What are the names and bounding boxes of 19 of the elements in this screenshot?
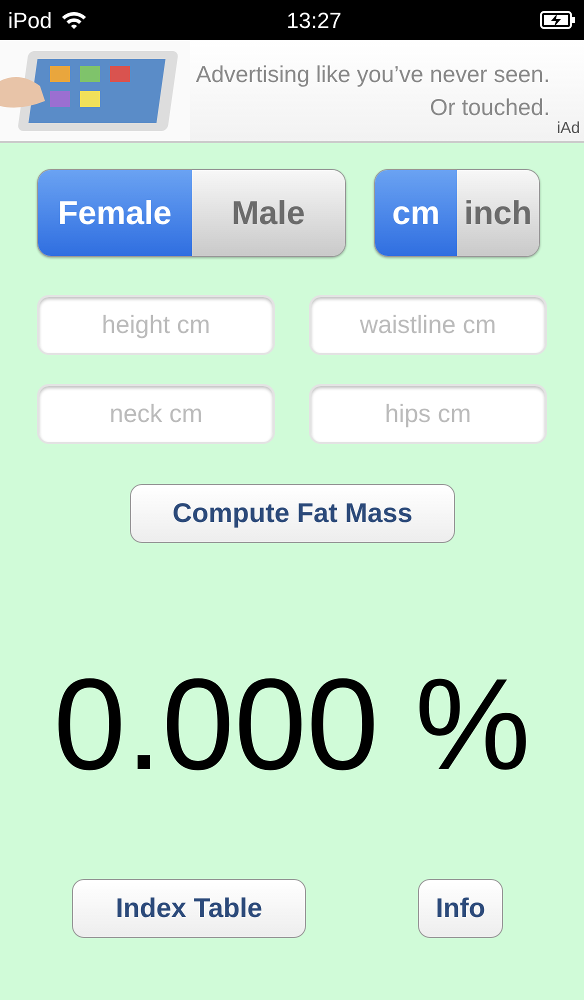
ad-label: iAd	[556, 119, 580, 139]
carrier-name: iPod	[8, 6, 52, 34]
clock-time: 13:27	[286, 6, 342, 34]
ad-text[interactable]: Or touched.	[190, 90, 550, 124]
segment-option[interactable]: inch	[457, 170, 539, 256]
input-field[interactable]: hips cm	[309, 384, 547, 444]
battery-icon	[540, 10, 576, 30]
action-button[interactable]: Info	[418, 879, 503, 938]
segment-option[interactable]: Female	[38, 170, 192, 256]
input-field[interactable]: neck cm	[37, 384, 275, 444]
input-field[interactable]: waistline cm	[309, 295, 547, 355]
segment-option[interactable]: Male	[192, 170, 345, 256]
compute-button[interactable]: Compute Fat Mass	[130, 484, 455, 543]
segment-option[interactable]: cm	[375, 170, 457, 256]
action-button[interactable]: Index Table	[72, 879, 306, 938]
result-value: 0.000 %	[53, 651, 531, 797]
ad-text[interactable]: Advertising like you’ve never seen.	[190, 58, 550, 90]
wifi-icon	[60, 10, 88, 30]
input-field[interactable]: height cm	[37, 295, 275, 355]
